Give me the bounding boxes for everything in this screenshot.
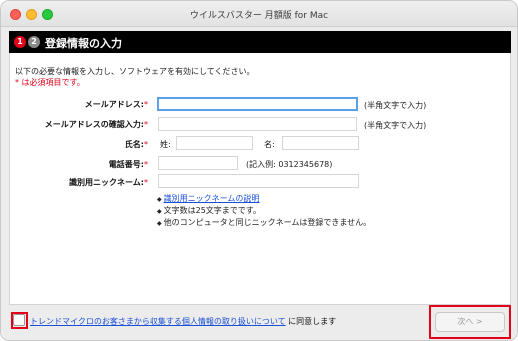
phone-label: 電話番号:* [108, 160, 148, 169]
nickname-input[interactable] [158, 174, 359, 188]
highlight-box [429, 305, 511, 339]
email-confirm-label: メールアドレスの確認入力:* [44, 120, 148, 129]
email-label: メールアドレス:* [84, 100, 148, 109]
app-window: ウイルスバスター 月額版 for Mac 1 2 登録情報の入力 以下の必要な情… [0, 0, 518, 341]
window-title: ウイルスバスター 月額版 for Mac [189, 11, 329, 21]
email-confirm-hint: (半角文字で入力) [364, 121, 427, 130]
last-name-label: 姓: [160, 140, 171, 149]
nickname-help-link[interactable]: 識別用ニックネームの説明 [164, 194, 260, 203]
highlight-box [11, 312, 28, 329]
first-name-input[interactable] [282, 136, 359, 150]
unique-nickname-note: ◆ 他のコンピュータと同じニックネームは登録できません。 [157, 218, 372, 227]
email-confirm-input[interactable] [158, 117, 357, 131]
title-bar: ウイルスバスター 月額版 for Mac [1, 1, 517, 27]
privacy-policy-link[interactable]: トレンドマイクロのお客さまから収集する個人情報の取り扱いについて [30, 317, 286, 326]
section-title: 登録情報の入力 [45, 37, 122, 50]
last-name-input[interactable] [176, 136, 253, 150]
form-panel: 以下の必要な情報を入力し、ソフトウェアを有効にしてください。 * は必須項目です… [9, 53, 511, 305]
email-hint: (半角文字で入力) [364, 101, 427, 110]
bullet-icon: ◆ [157, 208, 162, 215]
bullet-icon: ◆ [157, 196, 162, 203]
required-note: * は必須項目です。 [15, 78, 85, 87]
consent-text: トレンドマイクロのお客さまから収集する個人情報の取り扱いについて に同意します [30, 317, 337, 326]
name-label: 氏名:* [124, 140, 148, 149]
phone-input[interactable] [158, 156, 238, 170]
bullet-icon: ◆ [157, 220, 162, 227]
nickname-help-note: ◆ 識別用ニックネームの説明 [157, 193, 259, 204]
nickname-label: 識別用ニックネーム:* [69, 178, 148, 187]
step-1-badge: 1 [14, 36, 26, 48]
intro-text: 以下の必要な情報を入力し、ソフトウェアを有効にしてください。 [15, 67, 255, 76]
section-header: 1 2 登録情報の入力 [9, 31, 511, 53]
email-input[interactable] [157, 97, 358, 111]
first-name-label: 名: [264, 140, 275, 149]
char-limit-note: ◆ 文字数は25文字までです。 [157, 206, 262, 215]
phone-hint: (記入例: 0312345678) [246, 160, 333, 169]
step-2-badge: 2 [28, 36, 40, 48]
